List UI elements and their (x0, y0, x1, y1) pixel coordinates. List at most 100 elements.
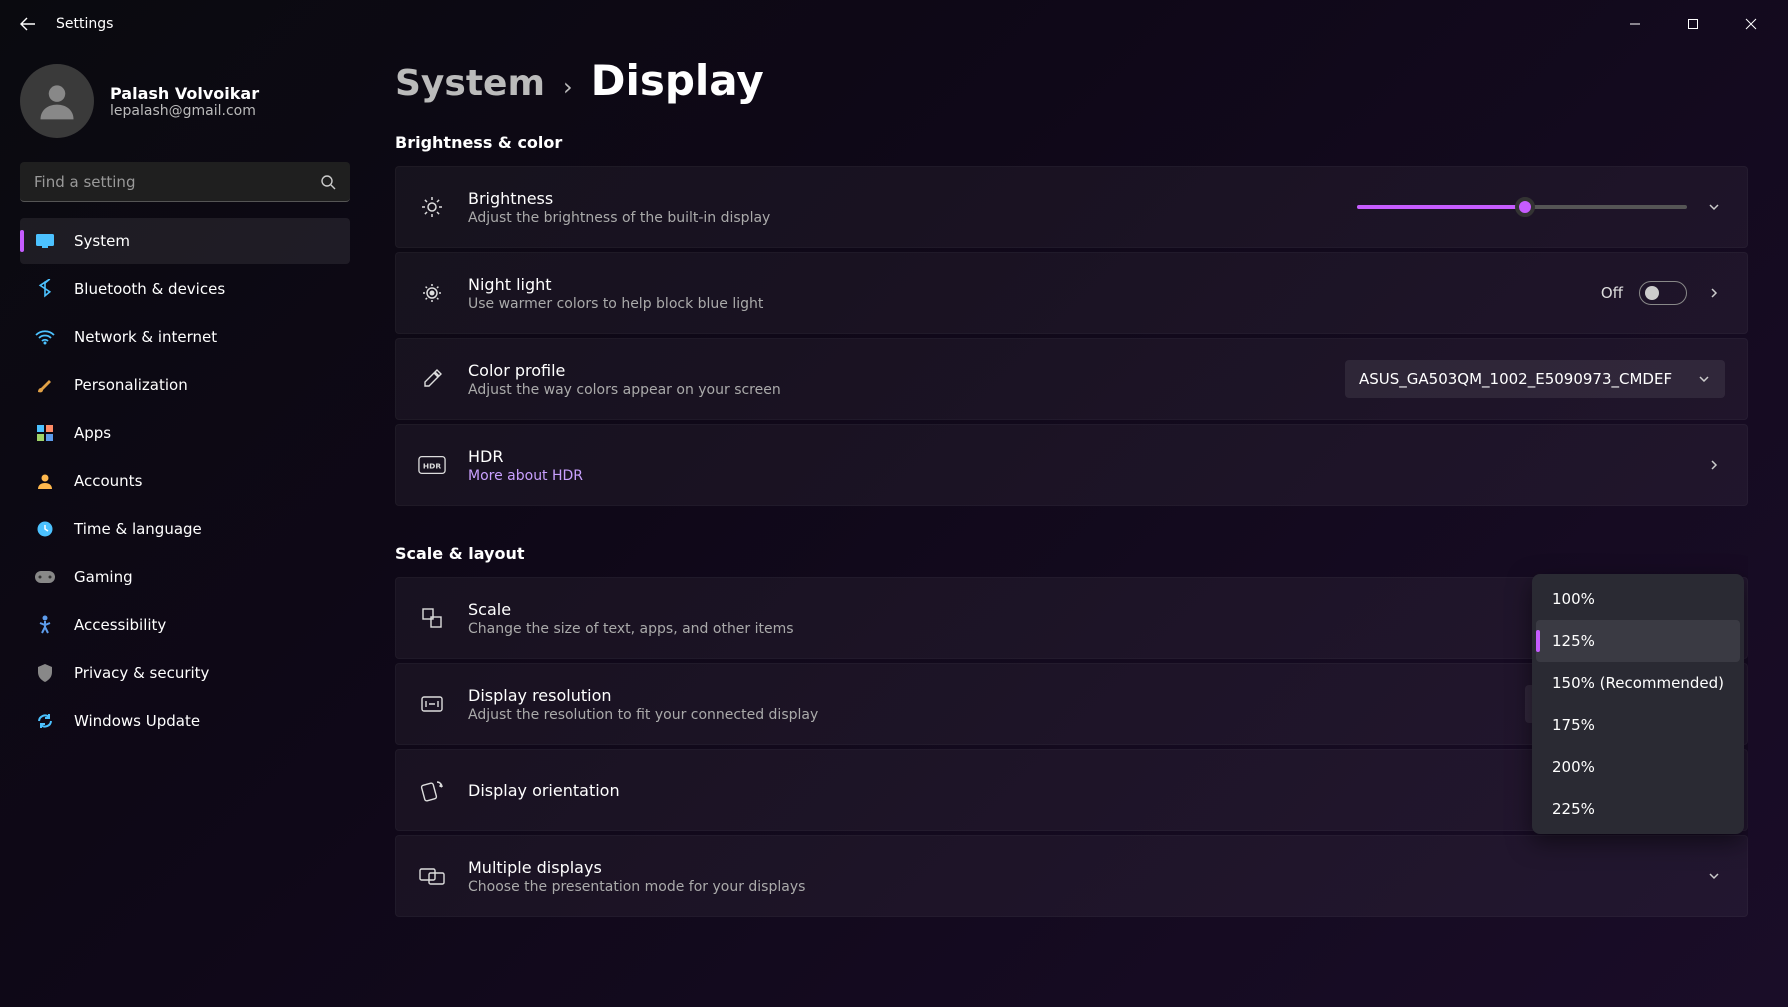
nav-item-person[interactable]: Accounts (20, 458, 350, 504)
apps-icon (34, 422, 56, 444)
nav-list: System Bluetooth & devices Network & inter… (20, 218, 350, 744)
nav-item-apps[interactable]: Apps (20, 410, 350, 456)
breadcrumb-parent[interactable]: System (395, 63, 545, 104)
back-button[interactable] (8, 4, 48, 44)
brightness-sub: Adjust the brightness of the built-in di… (468, 210, 1357, 226)
chevron-down-icon (1697, 372, 1711, 386)
avatar (20, 64, 94, 138)
nav-item-clock[interactable]: Time & language (20, 506, 350, 552)
chevron-down-icon (1707, 200, 1721, 214)
nav-item-bluetooth[interactable]: Bluetooth & devices (20, 266, 350, 312)
hdr-link[interactable]: More about HDR (468, 468, 1703, 484)
wifi-icon (34, 326, 56, 348)
nav-item-label: System (74, 232, 130, 250)
shield-icon (34, 662, 56, 684)
card-brightness[interactable]: Brightness Adjust the brightness of the … (395, 166, 1748, 248)
multiple-displays-icon (418, 862, 446, 890)
chevron-down-icon (1707, 869, 1721, 883)
nav-item-shield[interactable]: Privacy & security (20, 650, 350, 696)
hdr-icon: HDR (418, 451, 446, 479)
accessibility-icon (34, 614, 56, 636)
nav-item-label: Apps (74, 424, 111, 442)
expand-multiple-displays[interactable] (1703, 865, 1725, 887)
titlebar: Settings (0, 0, 1788, 48)
nav-item-wifi[interactable]: Network & internet (20, 314, 350, 360)
breadcrumb-current: Display (591, 56, 764, 105)
nav-item-label: Windows Update (74, 712, 200, 730)
maximize-icon (1687, 18, 1699, 30)
svg-text:HDR: HDR (423, 462, 441, 471)
brightness-title: Brightness (468, 189, 1357, 208)
minimize-icon (1629, 18, 1641, 30)
arrow-left-icon (20, 16, 36, 32)
person-icon (34, 470, 56, 492)
clock-icon (34, 518, 56, 540)
section-scale-layout-title: Scale & layout (395, 544, 1748, 563)
nav-item-brush[interactable]: Personalization (20, 362, 350, 408)
nav-item-label: Network & internet (74, 328, 217, 346)
brightness-slider[interactable] (1357, 205, 1687, 209)
chevron-right-icon (1707, 458, 1721, 472)
section-brightness-color-title: Brightness & color (395, 133, 1748, 152)
multiple-displays-title: Multiple displays (468, 858, 1703, 877)
night-light-toggle[interactable] (1639, 281, 1687, 305)
maximize-button[interactable] (1664, 4, 1722, 44)
night-light-sub: Use warmer colors to help block blue lig… (468, 296, 1601, 312)
search-input[interactable] (20, 162, 350, 202)
scale-option[interactable]: 225% (1536, 788, 1740, 830)
open-night-light[interactable] (1703, 282, 1725, 304)
slider-thumb[interactable] (1515, 197, 1535, 217)
update-icon (34, 710, 56, 732)
nav-item-label: Bluetooth & devices (74, 280, 225, 298)
resolution-sub: Adjust the resolution to fit your connec… (468, 707, 1525, 723)
color-profile-value: ASUS_GA503QM_1002_E5090973_CMDEF (1359, 370, 1672, 388)
sidebar: Palash Volvoikar lepalash@gmail.com Syst… (0, 48, 370, 756)
card-multiple-displays[interactable]: Multiple displays Choose the presentatio… (395, 835, 1748, 917)
scale-option[interactable]: 100% (1536, 578, 1740, 620)
nav-item-system[interactable]: System (20, 218, 350, 264)
nav-item-update[interactable]: Windows Update (20, 698, 350, 744)
scale-option[interactable]: 125% (1536, 620, 1740, 662)
nav-item-label: Accounts (74, 472, 142, 490)
bluetooth-icon (34, 278, 56, 300)
search-icon (320, 174, 336, 190)
brush-icon (34, 374, 56, 396)
expand-brightness[interactable] (1703, 196, 1725, 218)
user-name: Palash Volvoikar (110, 84, 259, 103)
nav-item-gamepad[interactable]: Gaming (20, 554, 350, 600)
minimize-button[interactable] (1606, 4, 1664, 44)
multiple-displays-sub: Choose the presentation mode for your di… (468, 879, 1703, 895)
scale-option[interactable]: 150% (Recommended) (1536, 662, 1740, 704)
open-hdr[interactable] (1703, 454, 1725, 476)
nav-item-accessibility[interactable]: Accessibility (20, 602, 350, 648)
close-icon (1745, 18, 1757, 30)
scale-option[interactable]: 200% (1536, 746, 1740, 788)
card-night-light[interactable]: Night light Use warmer colors to help bl… (395, 252, 1748, 334)
close-button[interactable] (1722, 4, 1780, 44)
card-hdr[interactable]: HDR HDR More about HDR (395, 424, 1748, 506)
nav-item-label: Personalization (74, 376, 188, 394)
scale-dropdown[interactable]: 100%125%150% (Recommended)175%200%225% (1532, 574, 1744, 834)
window-controls (1606, 4, 1780, 44)
gamepad-icon (34, 566, 56, 588)
toggle-knob (1645, 286, 1659, 300)
search-wrap (20, 162, 350, 202)
eyedropper-icon (418, 365, 446, 393)
nav-item-label: Accessibility (74, 616, 166, 634)
color-profile-title: Color profile (468, 361, 1345, 380)
user-profile[interactable]: Palash Volvoikar lepalash@gmail.com (20, 64, 350, 138)
window-title: Settings (56, 16, 113, 32)
scale-option[interactable]: 175% (1536, 704, 1740, 746)
sun-icon (418, 193, 446, 221)
card-color-profile[interactable]: Color profile Adjust the way colors appe… (395, 338, 1748, 420)
color-profile-select[interactable]: ASUS_GA503QM_1002_E5090973_CMDEF (1345, 360, 1725, 398)
color-profile-sub: Adjust the way colors appear on your scr… (468, 382, 1345, 398)
main-content: System › Display Brightness & color Brig… (395, 56, 1748, 1007)
breadcrumb: System › Display (395, 56, 1748, 105)
resolution-title: Display resolution (468, 686, 1525, 705)
hdr-title: HDR (468, 447, 1703, 466)
night-light-title: Night light (468, 275, 1601, 294)
night-light-state: Off (1601, 284, 1623, 302)
chevron-right-icon: › (563, 73, 573, 101)
nav-item-label: Gaming (74, 568, 133, 586)
